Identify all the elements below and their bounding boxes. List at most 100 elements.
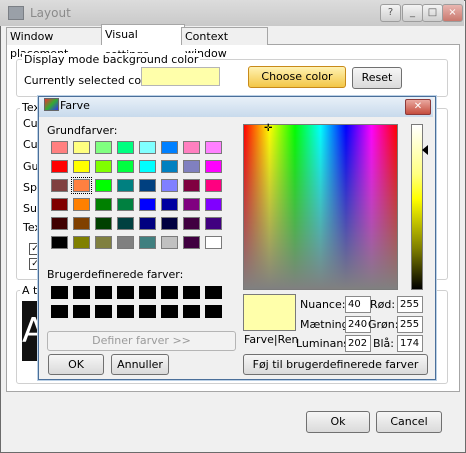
basic-color-swatch[interactable] [183,236,200,249]
basic-color-swatch[interactable] [95,198,112,211]
tab-context-window[interactable]: Context window [181,27,268,60]
dialog-cancel-button[interactable]: Annuller [111,354,169,375]
basic-color-swatch[interactable] [205,198,222,211]
custom-color-swatch[interactable] [117,286,134,299]
basic-color-swatch[interactable] [139,179,156,192]
basic-color-swatch[interactable] [73,160,90,173]
custom-color-swatch[interactable] [117,305,134,318]
basic-color-swatch[interactable] [161,236,178,249]
basic-color-swatch[interactable] [139,160,156,173]
custom-color-swatch[interactable] [205,305,222,318]
basic-color-swatch[interactable] [51,198,68,211]
help-button[interactable]: ? [380,4,401,22]
dialog-ok-button[interactable]: OK [48,354,104,375]
add-to-custom-colors-button[interactable]: Føj til brugerdefinerede farver [243,354,428,375]
basic-color-swatch[interactable] [117,236,134,249]
basic-color-swatch[interactable] [139,141,156,154]
basic-color-swatch[interactable] [139,236,156,249]
custom-color-swatch[interactable] [95,286,112,299]
basic-color-swatch[interactable] [51,160,68,173]
minimize-button[interactable]: _ [402,4,423,22]
basic-color-swatch[interactable] [205,236,222,249]
basic-color-swatch[interactable] [139,217,156,230]
custom-color-swatch[interactable] [73,286,90,299]
custom-color-swatch[interactable] [51,305,68,318]
luminance-arrow-icon[interactable] [422,145,428,155]
basic-color-swatch[interactable] [139,198,156,211]
basic-color-swatch[interactable] [73,141,90,154]
basic-color-swatch[interactable] [117,160,134,173]
red-input[interactable]: 255 [397,296,423,313]
basic-color-swatch[interactable] [51,141,68,154]
basic-color-swatch[interactable] [161,217,178,230]
basic-color-swatch[interactable] [183,179,200,192]
close-button[interactable]: × [442,4,463,22]
basic-color-swatch[interactable] [117,217,134,230]
custom-color-swatch[interactable] [183,286,200,299]
hue-input[interactable]: 40 [345,296,371,313]
custom-color-swatch[interactable] [139,305,156,318]
basic-color-swatch[interactable] [205,160,222,173]
saturation-label: Mætning: [300,318,353,331]
basic-color-swatch[interactable] [71,177,92,194]
reset-button[interactable]: Reset [352,67,402,89]
luminance-input[interactable]: 202 [345,335,371,352]
basic-color-swatch[interactable] [205,179,222,192]
window-title: Layout [30,6,71,20]
custom-color-swatch[interactable] [161,305,178,318]
custom-color-swatch[interactable] [139,286,156,299]
close-icon[interactable]: ✕ [405,99,431,115]
app-icon [8,6,24,20]
basic-color-swatch[interactable] [183,217,200,230]
blue-label: Blå: [372,337,394,350]
tab-visual-settings[interactable]: Visual settings [101,24,185,61]
basic-color-swatch[interactable] [183,160,200,173]
basic-color-swatch[interactable] [183,198,200,211]
basic-color-swatch[interactable] [205,141,222,154]
choose-color-button[interactable]: Choose color [248,66,346,88]
basic-color-swatch[interactable] [117,141,134,154]
custom-color-swatch[interactable] [161,286,178,299]
custom-color-swatch[interactable] [183,305,200,318]
basic-color-swatch[interactable] [161,160,178,173]
color-dialog-icon [44,98,59,111]
basic-color-swatch[interactable] [95,217,112,230]
custom-color-swatch[interactable] [73,305,90,318]
basic-color-swatch[interactable] [161,198,178,211]
current-color-label: Currently selected color: [24,74,159,87]
solid-color-label[interactable]: Farve|Ren [244,333,298,346]
custom-colors-label: Brugerdefinerede farver: [47,268,184,281]
basic-color-swatch[interactable] [161,141,178,154]
cancel-button[interactable]: Cancel [376,411,442,433]
ok-button[interactable]: Ok [306,411,370,433]
color-dialog-titlebar[interactable] [39,97,433,117]
basic-color-swatch[interactable] [95,236,112,249]
basic-color-swatch[interactable] [51,217,68,230]
basic-colors-label: Grundfarver: [47,124,118,137]
basic-color-swatch[interactable] [117,198,134,211]
basic-color-swatch[interactable] [161,179,178,192]
basic-color-swatch[interactable] [73,198,90,211]
basic-color-swatch[interactable] [95,141,112,154]
blue-input[interactable]: 174 [397,335,423,352]
basic-color-swatch[interactable] [95,160,112,173]
custom-color-swatch[interactable] [51,286,68,299]
basic-color-swatch[interactable] [205,217,222,230]
color-preview-swatch [243,294,296,331]
spectrum-crosshair-icon: ✛ [264,123,273,134]
basic-color-swatch[interactable] [183,141,200,154]
basic-color-swatch[interactable] [73,217,90,230]
tab-window-placement[interactable]: Window placement [6,27,109,60]
define-colors-button[interactable]: Definer farver >> [47,331,236,351]
green-input[interactable]: 255 [397,316,423,333]
basic-color-swatch[interactable] [117,179,134,192]
maximize-button[interactable]: □ [422,4,443,22]
color-dialog-title: Farve [60,99,90,112]
custom-color-swatch[interactable] [95,305,112,318]
basic-color-swatch[interactable] [95,179,112,192]
basic-color-swatch[interactable] [73,236,90,249]
basic-color-swatch[interactable] [51,179,68,192]
color-spectrum[interactable] [243,124,398,290]
basic-color-swatch[interactable] [51,236,68,249]
custom-color-swatch[interactable] [205,286,222,299]
